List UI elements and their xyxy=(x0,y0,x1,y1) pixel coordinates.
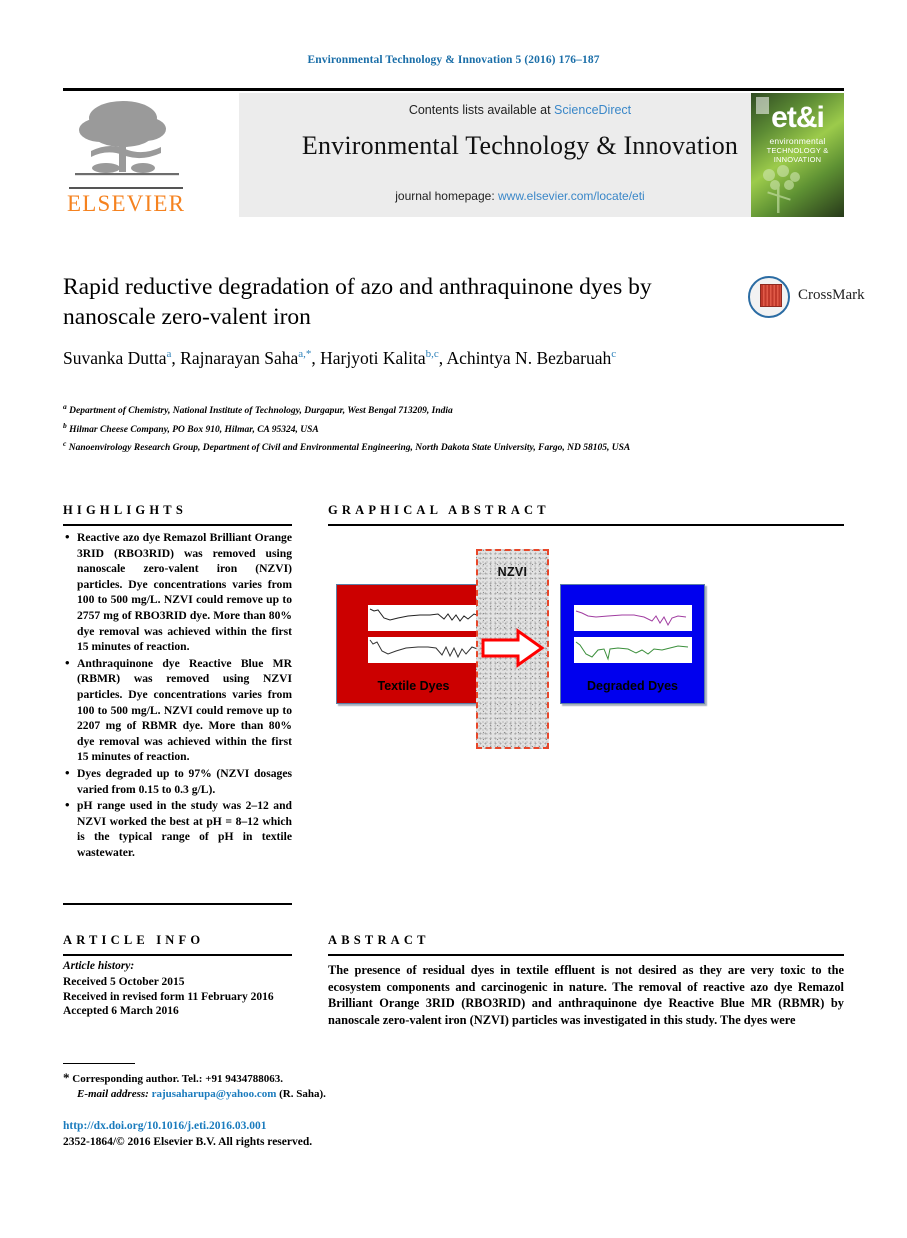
journal-homepage-link[interactable]: www.elsevier.com/locate/eti xyxy=(498,189,645,203)
contents-prefix: Contents lists available at xyxy=(408,103,555,117)
affiliation-item: c Nanoenvirology Research Group, Departm… xyxy=(63,439,631,454)
banner-top-rule xyxy=(63,88,844,91)
crossmark-label: CrossMark xyxy=(798,287,865,303)
highlight-item: pH range used in the study was 2–12 and … xyxy=(65,797,292,860)
paper-page: Environmental Technology & Innovation 5 … xyxy=(0,0,907,1238)
abstract-text: The presence of residual dyes in textile… xyxy=(328,963,844,1027)
email-link[interactable]: rajusaharupa@yahoo.com xyxy=(152,1088,277,1100)
crossmark-badge[interactable]: CrossMark xyxy=(748,276,865,320)
author-name: Suvanka Dutta xyxy=(63,347,167,368)
elsevier-tree-icon xyxy=(75,101,179,176)
footnote-rule xyxy=(63,1063,135,1065)
email-suffix: (R. Saha). xyxy=(279,1088,326,1100)
spectrum-thumbnail-1 xyxy=(368,605,484,631)
affiliation-list: a Department of Chemistry, National Inst… xyxy=(63,400,763,456)
textile-dyes-box: Textile Dyes xyxy=(336,584,491,704)
elsevier-logo: ELSEVIER xyxy=(67,95,187,217)
copyright-line: 2352-1864/© 2016 Elsevier B.V. All right… xyxy=(63,1136,313,1148)
article-history-item: Received in revised form 11 February 201… xyxy=(63,990,274,1003)
crossmark-icon xyxy=(748,276,790,318)
article-history-item: Received 5 October 2015 xyxy=(63,976,185,988)
affiliation-mark: a xyxy=(63,402,67,411)
affiliation-mark: c xyxy=(63,439,67,449)
degraded-dyes-box: Degraded Dyes xyxy=(560,584,705,704)
ir-spectrum-icon xyxy=(369,639,481,659)
spectrum-thumbnail-3 xyxy=(574,605,692,631)
cover-tree-icon xyxy=(763,165,800,213)
corresponding-star: * xyxy=(63,1070,70,1085)
nzvi-label: NZVI xyxy=(497,565,528,579)
corresponding-text: Corresponding author. Tel.: +91 94347880… xyxy=(72,1073,283,1085)
degraded-dyes-label: Degraded Dyes xyxy=(586,679,678,693)
author-affiliation-mark: c xyxy=(611,348,617,360)
affiliation-item: a Department of Chemistry, National Inst… xyxy=(63,402,453,417)
highlights-heading: HIGHLIGHTS xyxy=(63,503,187,517)
cover-subtitle-line1: environmental xyxy=(769,136,826,146)
author-affiliation-mark: b,c xyxy=(425,348,439,360)
doi-link[interactable]: http://dx.doi.org/10.1016/j.eti.2016.03.… xyxy=(63,1120,267,1132)
graphical-abstract-heading: GRAPHICAL ABSTRACT xyxy=(328,503,550,517)
journal-title: Environmental Technology & Innovation xyxy=(301,131,739,160)
highlights-top-rule xyxy=(63,524,292,526)
article-history-list: Received 5 October 2015 Received in revis… xyxy=(63,975,303,1019)
author-name: Achintya N. Bezbaruah xyxy=(446,347,612,368)
journal-banner: ELSEVIER Contents lists available at Sci… xyxy=(63,93,844,217)
author-name: Harjyoti Kalita xyxy=(320,347,426,368)
spectrum-thumbnail-2 xyxy=(368,637,484,663)
elsevier-wordmark: ELSEVIER xyxy=(67,191,186,216)
affiliation-item: b Hilmar Cheese Company, PO Box 910, Hil… xyxy=(63,420,319,435)
highlight-item: Dyes degraded up to 97% (NZVI dosages va… xyxy=(65,765,292,797)
ir-spectrum-icon xyxy=(575,610,687,627)
cover-subtitle: environmental TECHNOLOGY & INNOVATION xyxy=(751,136,844,165)
crossmark-book-icon xyxy=(760,284,782,307)
running-head: Environmental Technology & Innovation 5 … xyxy=(307,54,600,66)
author-affiliation-mark: a,* xyxy=(298,348,312,360)
email-label: E-mail address: xyxy=(77,1088,149,1100)
article-history-label: Article history: xyxy=(63,960,135,972)
spectrum-thumbnail-4 xyxy=(574,637,692,663)
ir-spectrum-icon xyxy=(575,641,689,661)
page-title: Rapid reductive degradation of azo and a… xyxy=(63,274,652,330)
journal-homepage-line: journal homepage: www.elsevier.com/locat… xyxy=(239,189,801,203)
highlights-bottom-rule xyxy=(63,903,292,905)
article-info-rule xyxy=(63,954,292,956)
author-name: Rajnarayan Saha xyxy=(180,347,299,368)
sciencedirect-link[interactable]: ScienceDirect xyxy=(554,103,631,117)
journal-cover-thumbnail: et&i environmental TECHNOLOGY & INNOVATI… xyxy=(751,93,844,217)
graphical-abstract-rule xyxy=(328,524,844,526)
affiliation-mark: b xyxy=(63,420,67,430)
cover-wordmark: et&i xyxy=(771,101,825,134)
author-list: Suvanka Duttaa, Rajnarayan Sahaa,*, Harj… xyxy=(63,347,617,368)
highlights-list: Reactive azo dye Remazol Brilliant Orang… xyxy=(63,529,292,861)
reaction-arrow-icon xyxy=(481,628,545,668)
abstract-heading: ABSTRACT xyxy=(328,933,430,947)
corresponding-author-note: * Corresponding author. Tel.: +91 943478… xyxy=(63,1070,523,1102)
highlight-item: Anthraquinone dye Reactive Blue MR (RBMR… xyxy=(65,655,292,765)
article-info-heading: ARTICLE INFO xyxy=(63,933,205,947)
elsevier-logo-rule xyxy=(69,187,183,189)
highlight-item: Reactive azo dye Remazol Brilliant Orang… xyxy=(65,529,292,655)
homepage-prefix: journal homepage: xyxy=(395,189,498,203)
ir-spectrum-icon xyxy=(369,608,481,622)
cover-subtitle-line2: TECHNOLOGY & xyxy=(766,146,829,155)
graphical-abstract-figure: Textile Dyes Degraded Dyes NZVI xyxy=(328,533,844,798)
highlights-bullets: Reactive azo dye Remazol Brilliant Orang… xyxy=(63,529,292,860)
author-affiliation-mark: a xyxy=(166,348,172,360)
article-history-item: Accepted 6 March 2016 xyxy=(63,1005,179,1017)
contents-list-line: Contents lists available at ScienceDirec… xyxy=(239,103,801,117)
textile-dyes-label: Textile Dyes xyxy=(377,679,450,693)
abstract-rule xyxy=(328,954,844,956)
